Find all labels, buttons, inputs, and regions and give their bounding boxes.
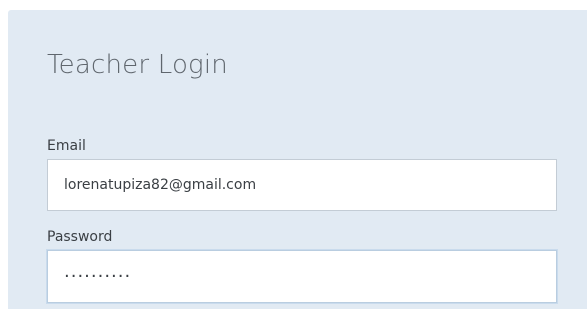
email-label: Email [47, 138, 86, 154]
page-title: Teacher Login [47, 50, 228, 80]
password-value: ·········· [64, 266, 132, 287]
login-panel: Teacher Login Email lorenatupiza82@gmail… [8, 10, 587, 309]
password-label: Password [47, 229, 113, 245]
email-value: lorenatupiza82@gmail.com [64, 177, 257, 193]
email-field[interactable]: lorenatupiza82@gmail.com [47, 159, 557, 211]
password-field[interactable]: ·········· [47, 250, 557, 303]
